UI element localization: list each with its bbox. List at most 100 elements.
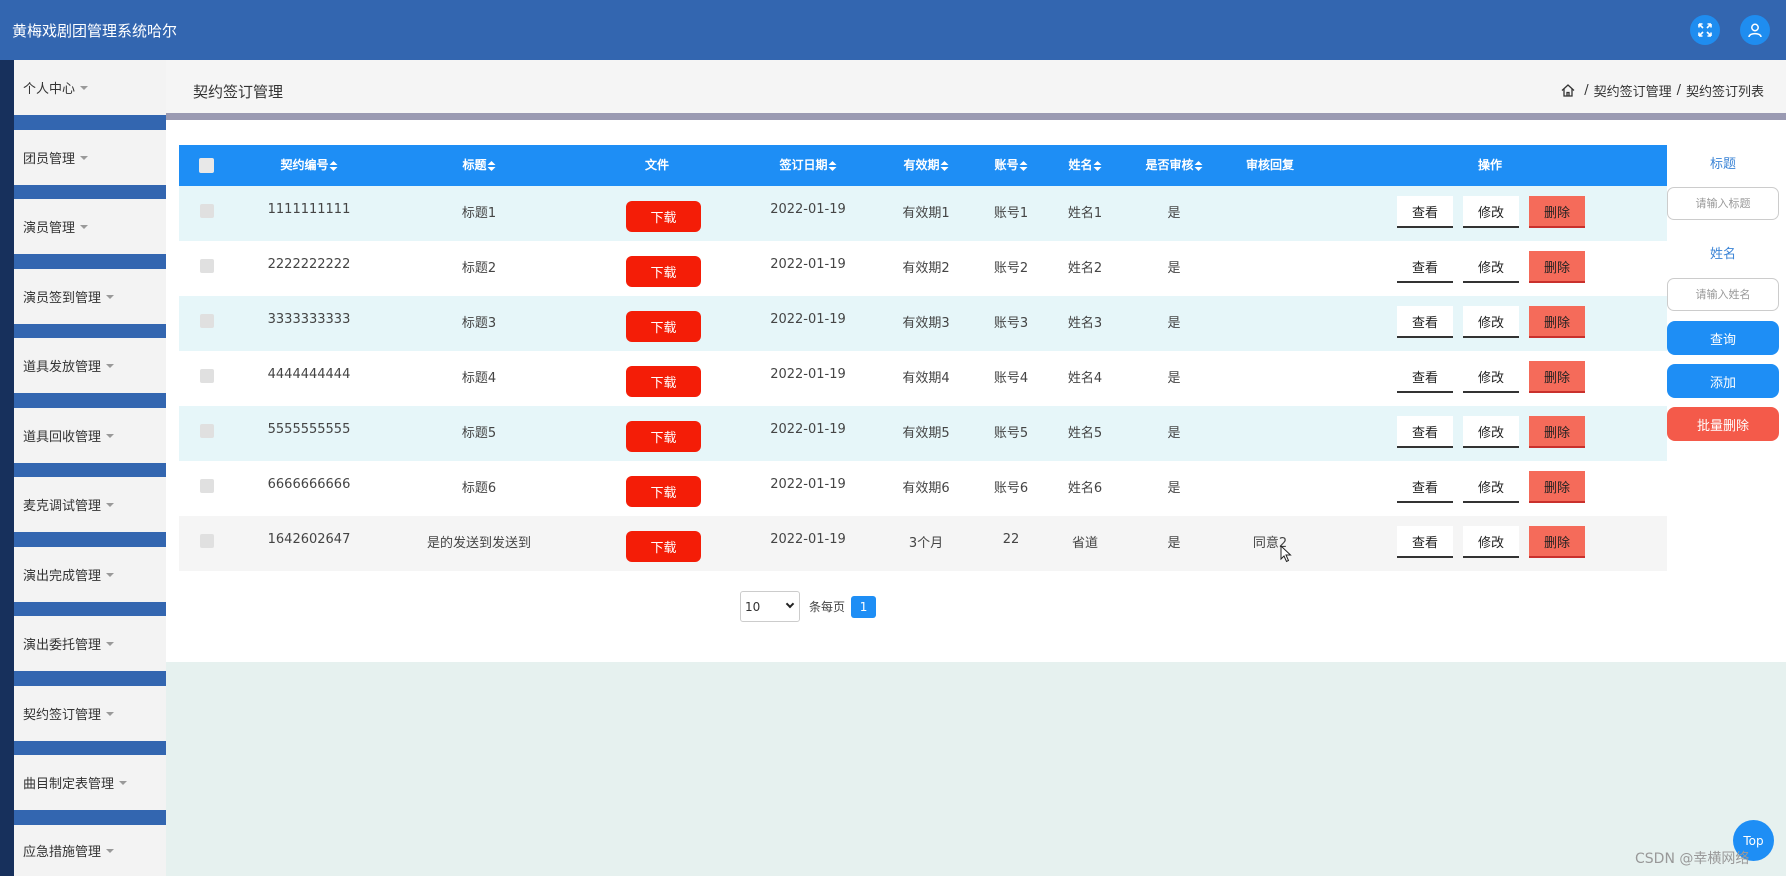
add-button[interactable]: 添加 xyxy=(1667,364,1779,398)
row-checkbox[interactable] xyxy=(200,479,214,493)
edit-button[interactable]: 修改 xyxy=(1463,196,1519,228)
home-icon[interactable] xyxy=(1561,84,1575,97)
cell-title: 标题4 xyxy=(461,371,497,386)
view-button[interactable]: 查看 xyxy=(1397,526,1453,558)
edit-button[interactable]: 修改 xyxy=(1463,251,1519,283)
cell-reviewed: 是 xyxy=(1167,261,1181,276)
page-button-1[interactable]: 1 xyxy=(851,595,877,618)
column-validity[interactable]: 有效期 xyxy=(903,145,949,186)
breadcrumb-separator: / xyxy=(1584,83,1589,98)
download-button[interactable]: 下载 xyxy=(626,366,701,397)
top-bar: 黄梅戏剧团管理系统哈尔 xyxy=(0,0,1786,60)
edit-button[interactable]: 修改 xyxy=(1463,306,1519,338)
sidebar-item-prop-return[interactable]: 道具回收管理 xyxy=(14,408,166,463)
view-button[interactable]: 查看 xyxy=(1397,306,1453,338)
search-button[interactable]: 查询 xyxy=(1667,321,1779,355)
chevron-down-icon xyxy=(80,86,89,90)
edit-button[interactable]: 修改 xyxy=(1463,416,1519,448)
cell-validity: 有效期3 xyxy=(902,316,950,331)
delete-button[interactable]: 删除 xyxy=(1529,471,1585,503)
cell-title: 标题3 xyxy=(461,316,497,331)
cell-sign-date: 2022-01-19 xyxy=(770,367,846,382)
delete-button[interactable]: 删除 xyxy=(1529,251,1585,283)
page-title: 契约签订管理 xyxy=(193,83,284,101)
sort-icon xyxy=(1093,160,1102,171)
view-button[interactable]: 查看 xyxy=(1397,196,1453,228)
edit-button[interactable]: 修改 xyxy=(1463,526,1519,558)
chevron-down-icon xyxy=(106,364,115,368)
delete-button[interactable]: 删除 xyxy=(1529,361,1585,393)
cell-contract-id: 3333333333 xyxy=(267,312,351,327)
sidebar-item-label: 演员签到管理 xyxy=(23,291,102,306)
chevron-down-icon xyxy=(106,434,115,438)
batch-delete-button[interactable]: 批量删除 xyxy=(1667,407,1779,441)
user-icon[interactable] xyxy=(1740,15,1770,45)
sidebar-item-show-commission[interactable]: 演出委托管理 xyxy=(14,616,166,671)
breadcrumb-item-contract[interactable]: 契约签订管理 xyxy=(1594,81,1672,100)
delete-button[interactable]: 删除 xyxy=(1529,196,1585,228)
cell-title: 标题1 xyxy=(461,206,497,221)
edit-button[interactable]: 修改 xyxy=(1463,361,1519,393)
column-contract-id[interactable]: 契约编号 xyxy=(280,145,338,186)
sidebar-item-prop-issue[interactable]: 道具发放管理 xyxy=(14,338,166,393)
row-checkbox[interactable] xyxy=(200,259,214,273)
column-name[interactable]: 姓名 xyxy=(1068,145,1102,186)
cell-sign-date: 2022-01-19 xyxy=(770,532,846,547)
row-checkbox[interactable] xyxy=(200,204,214,218)
view-button[interactable]: 查看 xyxy=(1397,251,1453,283)
cell-name: 姓名4 xyxy=(1067,371,1103,386)
column-reviewed[interactable]: 是否审核 xyxy=(1145,145,1203,186)
sidebar-item-emergency[interactable]: 应急措施管理 xyxy=(14,825,166,876)
breadcrumb-separator: / xyxy=(1676,83,1681,98)
sidebar-item-mic-debug[interactable]: 麦克调试管理 xyxy=(14,477,166,532)
title-search-input[interactable]: 请输入标题 xyxy=(1667,187,1779,220)
pagination: 10 条每页 1 xyxy=(740,591,877,622)
row-checkbox[interactable] xyxy=(200,534,214,548)
cell-contract-id: 4444444444 xyxy=(267,367,351,382)
sidebar-item-contract[interactable]: 契约签订管理 xyxy=(14,686,166,741)
name-search-input[interactable]: 请输入姓名 xyxy=(1667,278,1779,311)
chevron-down-icon xyxy=(106,712,115,716)
edit-button[interactable]: 修改 xyxy=(1463,471,1519,503)
download-button[interactable]: 下载 xyxy=(626,256,701,287)
app-title: 黄梅戏剧团管理系统哈尔 xyxy=(12,22,178,40)
delete-button[interactable]: 删除 xyxy=(1529,416,1585,448)
chevron-down-icon xyxy=(106,503,115,507)
chevron-down-icon xyxy=(80,156,89,160)
cell-title: 标题6 xyxy=(461,481,497,496)
download-button[interactable]: 下载 xyxy=(626,311,701,342)
row-checkbox[interactable] xyxy=(200,314,214,328)
sidebar-item-label: 曲目制定表管理 xyxy=(23,777,115,792)
sidebar-item-member[interactable]: 团员管理 xyxy=(14,130,166,185)
table-row: 1111111111 标题1 下载 2022-01-19 有效期1 账号1 姓名… xyxy=(179,186,1667,241)
select-all-checkbox[interactable] xyxy=(199,158,214,173)
row-checkbox[interactable] xyxy=(200,369,214,383)
view-button[interactable]: 查看 xyxy=(1397,361,1453,393)
row-checkbox[interactable] xyxy=(200,424,214,438)
download-button[interactable]: 下载 xyxy=(626,476,701,507)
cell-contract-id: 5555555555 xyxy=(267,422,351,437)
column-account[interactable]: 账号 xyxy=(994,145,1028,186)
download-button[interactable]: 下载 xyxy=(626,531,701,562)
column-title[interactable]: 标题 xyxy=(462,145,496,186)
column-sign-date[interactable]: 签订日期 xyxy=(779,145,837,186)
view-button[interactable]: 查看 xyxy=(1397,471,1453,503)
page-size-select[interactable]: 10 xyxy=(740,591,800,622)
sort-icon xyxy=(1194,160,1203,171)
sidebar-item-actor[interactable]: 演员管理 xyxy=(14,199,166,254)
cell-reviewed: 是 xyxy=(1167,426,1181,441)
cell-account: 账号6 xyxy=(993,481,1029,496)
sidebar-item-show-complete[interactable]: 演出完成管理 xyxy=(14,547,166,602)
sidebar-item-personal-center[interactable]: 个人中心 xyxy=(14,60,166,115)
fullscreen-icon[interactable] xyxy=(1690,15,1720,45)
cell-reviewed: 是 xyxy=(1167,536,1181,551)
sidebar-item-actor-checkin[interactable]: 演员签到管理 xyxy=(14,269,166,324)
chevron-down-icon xyxy=(785,599,795,609)
delete-button[interactable]: 删除 xyxy=(1529,526,1585,558)
sidebar-item-repertoire[interactable]: 曲目制定表管理 xyxy=(14,755,166,810)
delete-button[interactable]: 删除 xyxy=(1529,306,1585,338)
download-button[interactable]: 下载 xyxy=(626,201,701,232)
download-button[interactable]: 下载 xyxy=(626,421,701,452)
table-row: 4444444444 标题4 下载 2022-01-19 有效期4 账号4 姓名… xyxy=(179,351,1667,406)
view-button[interactable]: 查看 xyxy=(1397,416,1453,448)
